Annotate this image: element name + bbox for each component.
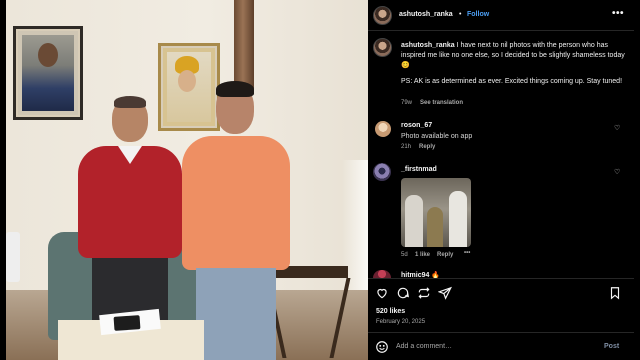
comment-like-heart-icon[interactable]: ♡ [614,124,620,132]
author-avatar[interactable] [373,6,392,25]
bookmark-icon[interactable] [608,286,622,300]
comment-avatar[interactable] [373,163,391,181]
comment-like-heart-icon[interactable]: ♡ [614,168,620,176]
caption-username[interactable]: ashutosh_ranka [401,42,455,49]
header-separator: • [459,11,462,18]
comment-more-icon[interactable]: ••• [464,250,470,256]
caption-ps: PS: AK is as determined as ever. Excited… [401,78,623,85]
repost-icon[interactable] [417,286,431,300]
photo-person-right [182,81,290,360]
post-date: February 20, 2025 [376,319,426,325]
comment-avatar[interactable] [373,270,391,278]
comment-age: 5d [401,252,408,258]
photo-lamp [6,232,20,282]
emoji-icon[interactable] [375,340,389,354]
comment-icon[interactable] [396,286,410,300]
header-divider [368,30,634,31]
post-comment-button[interactable]: Post [604,343,619,350]
comments-panel: ashutosh_ranka • Follow ••• ashutosh_ran… [368,0,634,360]
header-username[interactable]: ashutosh_ranka [399,11,453,18]
comment-gif-image[interactable] [401,178,471,247]
caption-avatar[interactable] [373,38,392,57]
comment-username[interactable]: _firstnmad [401,166,437,173]
likes-count[interactable]: 520 likes [376,308,405,315]
comment-text: Photo available on app [401,133,473,140]
comment-reply-button[interactable]: Reply [437,252,453,258]
comment-reply-button[interactable]: Reply [419,144,435,150]
more-options-icon[interactable]: ••• [612,8,624,19]
comment-username[interactable]: roson_67 [401,122,432,129]
caption-text: ashutosh_ranka I have next to nil photos… [401,41,627,71]
composer-divider [368,332,634,333]
photo-phone [113,315,141,331]
post-photo[interactable] [6,0,368,360]
caption-age[interactable]: 79w [401,100,412,106]
follow-button[interactable]: Follow [467,11,489,18]
comment-avatar[interactable] [375,121,391,137]
comment-input[interactable]: Add a comment… [396,343,452,350]
comment-age: 21h [401,144,412,150]
comment-username[interactable]: hitmic94 🔥 [401,271,440,278]
photo-pillar [234,0,254,92]
comment-likes[interactable]: 1 like [415,252,430,258]
portrait-frame-left [13,26,83,120]
actions-divider [368,278,634,279]
see-translation-link[interactable]: See translation [420,100,463,106]
heart-icon[interactable] [375,286,389,300]
share-icon[interactable] [438,286,452,300]
